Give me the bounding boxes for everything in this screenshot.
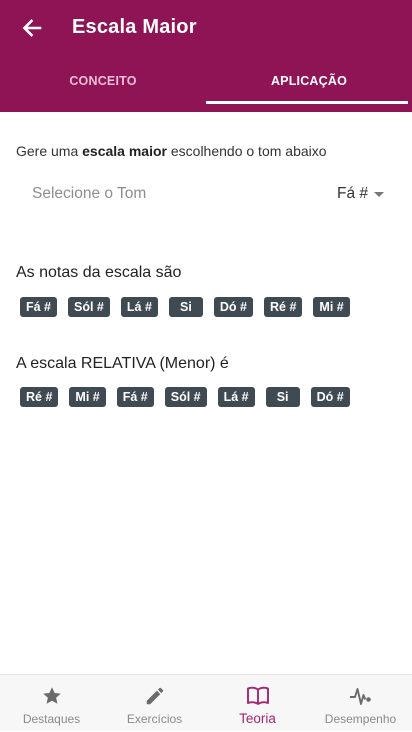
nav-label-exercicios: Exercícios [126,712,183,726]
intro-prefix: Gere uma [16,143,83,159]
note-chip: Fá # [20,297,58,317]
back-button[interactable] [14,12,50,44]
tone-select-placeholder: Selecione o Tom [32,185,147,202]
app-bar: Escala Maior CONCEITO APLICAÇÃO [0,0,412,112]
note-chip: Sól # [164,387,207,407]
note-chip: Si [265,387,300,407]
tab-bar: CONCEITO APLICAÇÃO [0,56,412,106]
arrow-left-icon [22,19,42,37]
star-icon [40,684,64,708]
nav-item-exercicios[interactable]: Exercícios [103,675,206,732]
intro-suffix: escolhendo o tom abaixo [166,143,327,159]
nav-label-teoria: Teoria [239,711,276,726]
relative-scale-label: A escala RELATIVA (Menor) é [16,355,229,372]
pulse-icon [349,684,373,708]
book-icon [246,684,270,708]
note-chip: Dó # [310,387,350,407]
tone-select-value: Fá # [336,185,368,202]
note-chip: Lá # [120,297,158,317]
nav-item-teoria[interactable]: Teoria [206,675,309,732]
note-chip: Dó # [213,297,253,317]
intro-bold: escala maior [82,143,167,159]
note-chip: Lá # [217,387,255,407]
note-chip: Ré # [264,297,303,317]
intro-text: Gere uma escala maior escolhendo o tom a… [16,143,327,159]
note-chip: Si [168,297,203,317]
nav-item-desempenho[interactable]: Desempenho [309,675,412,732]
caret-down-icon [374,192,384,197]
note-chip: Mi # [313,297,350,317]
note-chip: Sól # [68,297,110,317]
nav-label-desempenho: Desempenho [324,712,397,726]
page-title: Escala Maior [72,16,197,38]
scale-notes-label: As notas da escala são [16,264,182,281]
tab-aplicacao[interactable]: APLICAÇÃO [206,56,412,106]
note-chip: Mi # [69,387,106,407]
relative-notes-list: Ré # Mi # Fá # Sól # Lá # Si Dó # [20,387,361,407]
pencil-icon [143,684,167,708]
tone-select[interactable]: Selecione o Tom Fá # [16,172,396,216]
active-tab-indicator [206,101,408,104]
nav-item-destaques[interactable]: Destaques [0,675,103,732]
toolbar: Escala Maior [0,0,412,56]
tab-conceito[interactable]: CONCEITO [0,56,206,106]
note-chip: Ré # [20,387,59,407]
bottom-navigation: Destaques Exercícios Teoria Desempenho [0,674,412,731]
note-chip: Fá # [116,387,154,407]
scale-notes-list: Fá # Sól # Lá # Si Dó # Ré # Mi # [20,297,361,317]
nav-label-destaques: Destaques [22,712,81,726]
